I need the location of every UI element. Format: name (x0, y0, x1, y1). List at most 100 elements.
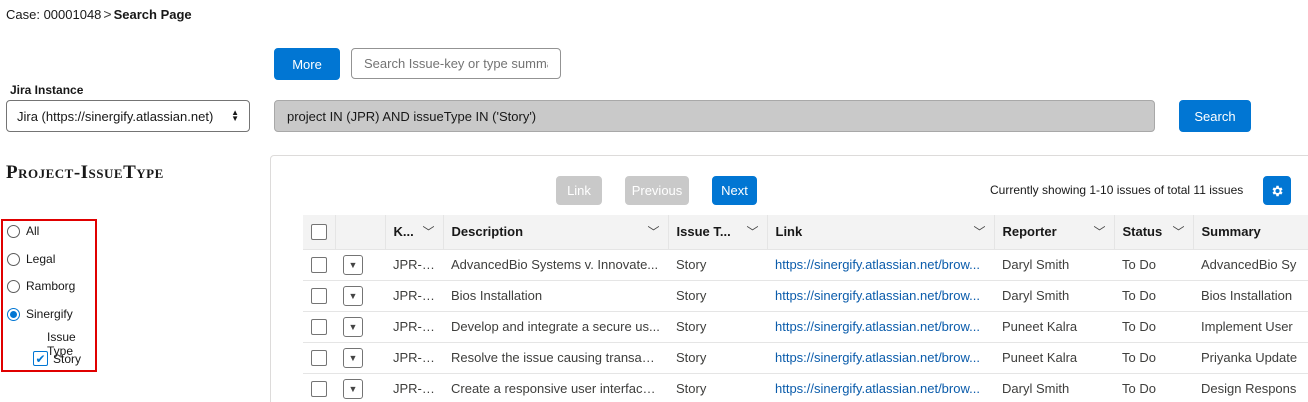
chevron-down-icon[interactable]: ﹀ (973, 223, 985, 240)
column-header-status[interactable]: Status ﹀ (1113, 215, 1193, 250)
row-select-cell (303, 249, 335, 281)
issue-key: JPR-42 (385, 373, 443, 402)
column-header-issue-type[interactable]: Issue T... ﹀ (667, 215, 767, 250)
issue-summary: Design Respons (1193, 373, 1308, 402)
row-action-header (334, 215, 385, 250)
row-action-cell: ▼ (335, 280, 385, 312)
jira-instance-value: Jira (https://sinergify.atlassian.net) (17, 108, 214, 124)
row-checkbox[interactable] (311, 380, 327, 397)
breadcrumb-case[interactable]: Case: 00001048 (6, 7, 101, 22)
chevron-down-icon[interactable]: ﹀ (647, 223, 659, 240)
column-header-description[interactable]: Description ﹀ (442, 215, 668, 250)
column-header-key[interactable]: K... ﹀ (384, 215, 443, 250)
table-row[interactable]: ▼ JPR-42 Create a responsive user interfac… (303, 373, 1308, 402)
radio-icon[interactable] (7, 252, 20, 266)
issue-summary: AdvancedBio Sy (1193, 249, 1308, 281)
row-menu-chevron-icon[interactable]: ▼ (343, 316, 363, 337)
issue-link[interactable]: https://sinergify.atlassian.net/brow... (775, 350, 980, 365)
column-header-label: Summary (1201, 224, 1261, 240)
project-option-label: All (26, 224, 40, 238)
more-button[interactable]: More (274, 48, 340, 80)
chevron-down-icon[interactable]: ﹀ (1172, 223, 1184, 240)
select-all-checkbox[interactable] (311, 224, 327, 241)
issue-link-cell: https://sinergify.atlassian.net/brow... (767, 249, 994, 281)
row-menu-chevron-icon[interactable]: ▼ (343, 347, 363, 368)
project-option-label: Sinergify (26, 307, 73, 321)
issue-reporter: Daryl Smith (994, 249, 1114, 281)
breadcrumb: Case: 00001048 > Search Page (6, 6, 192, 22)
radio-icon[interactable] (7, 224, 20, 238)
row-checkbox[interactable] (311, 256, 327, 273)
issue-type: Story (668, 311, 767, 343)
row-action-cell: ▼ (335, 249, 385, 281)
chevron-down-icon[interactable]: ﹀ (1093, 223, 1105, 240)
select-arrows-icon: ▲ ▼ (231, 108, 239, 123)
issue-description: AdvancedBio Systems v. Innovate... (443, 249, 668, 281)
issue-type: Story (668, 280, 767, 312)
row-checkbox[interactable] (311, 287, 327, 304)
issue-type: Story (668, 249, 767, 281)
row-select-cell (303, 280, 335, 312)
jql-query-field[interactable]: project IN (JPR) AND issueType IN ('Stor… (274, 100, 1155, 132)
row-menu-chevron-icon[interactable]: ▼ (343, 254, 363, 275)
project-option-ramborg[interactable]: Ramborg (7, 279, 75, 293)
next-button[interactable]: Next (712, 176, 757, 205)
jira-instance-label: Jira Instance (10, 83, 84, 97)
issue-type: Story (668, 342, 767, 374)
issue-type-option-story[interactable]: ✔ Story (33, 351, 81, 366)
chevron-down-icon[interactable]: ﹀ (746, 223, 758, 240)
chevron-down-icon[interactable]: ﹀ (422, 223, 434, 240)
project-option-label: Legal (26, 252, 56, 266)
table-row[interactable]: ▼ JPR-61 Bios Installation Story https://sin… (303, 280, 1308, 312)
issues-table: K... ﹀ Description ﹀ Issue T... ﹀ Link ﹀ Rep… (303, 215, 1308, 402)
issue-type-option-label: Story (53, 351, 82, 366)
issue-link[interactable]: https://sinergify.atlassian.net/brow... (775, 288, 980, 303)
issue-description: Resolve the issue causing transacti... (443, 342, 668, 374)
jql-query-text: project IN (JPR) AND issueType IN ('Stor… (287, 108, 537, 124)
jira-instance-select[interactable]: Jira (https://sinergify.atlassian.net) ▲… (6, 100, 250, 132)
search-button[interactable]: Search (1179, 100, 1251, 132)
row-select-cell (303, 342, 335, 374)
project-option-all[interactable]: All (7, 224, 39, 238)
row-action-cell: ▼ (335, 311, 385, 343)
project-filter-group: All Legal Ramborg Sinergify Issue Type ✔… (1, 219, 97, 372)
issue-link-cell: https://sinergify.atlassian.net/brow... (767, 311, 994, 343)
checkbox-checked-icon[interactable]: ✔ (33, 351, 48, 366)
issue-link[interactable]: https://sinergify.atlassian.net/brow... (775, 257, 980, 272)
project-option-legal[interactable]: Legal (7, 252, 55, 266)
column-header-reporter[interactable]: Reporter ﹀ (993, 215, 1114, 250)
column-header-link[interactable]: Link ﹀ (766, 215, 994, 250)
issue-key: JPR-44 (385, 311, 443, 343)
issue-type: Story (668, 373, 767, 402)
row-checkbox[interactable] (311, 318, 327, 335)
issue-link-cell: https://sinergify.atlassian.net/brow... (767, 373, 994, 402)
previous-button[interactable]: Previous (625, 176, 689, 205)
radio-selected-icon[interactable] (7, 307, 20, 321)
issue-key: JPR-43 (385, 342, 443, 374)
radio-icon[interactable] (7, 279, 20, 293)
table-row[interactable]: ▼ JPR-44 Develop and integrate a secure us… (303, 311, 1308, 343)
column-header-summary[interactable]: Summary (1192, 215, 1308, 250)
link-button[interactable]: Link (556, 176, 602, 205)
issue-search-input[interactable] (351, 48, 561, 79)
filter-section-title: Project-IssueType (6, 162, 164, 183)
issue-link[interactable]: https://sinergify.atlassian.net/brow... (775, 319, 980, 334)
issue-reporter: Puneet Kalra (994, 342, 1114, 374)
issue-status: To Do (1114, 342, 1193, 374)
row-checkbox[interactable] (311, 349, 327, 366)
project-option-sinergify[interactable]: Sinergify (7, 307, 73, 321)
issue-reporter: Daryl Smith (994, 280, 1114, 312)
row-menu-chevron-icon[interactable]: ▼ (343, 285, 363, 306)
issue-summary: Bios Installation (1193, 280, 1308, 312)
issue-summary: Priyanka Update (1193, 342, 1308, 374)
issue-status: To Do (1114, 249, 1193, 281)
table-row[interactable]: ▼ JPR-43 Resolve the issue causing transac… (303, 342, 1308, 374)
issue-description: Develop and integrate a secure us... (443, 311, 668, 343)
settings-button[interactable] (1263, 176, 1291, 205)
table-row[interactable]: ▼ JPR-62 AdvancedBio Systems v. Innovate..… (303, 249, 1308, 281)
row-menu-chevron-icon[interactable]: ▼ (343, 378, 363, 399)
issue-link[interactable]: https://sinergify.atlassian.net/brow... (775, 381, 980, 396)
breadcrumb-separator: > (103, 6, 112, 22)
gear-icon (1272, 185, 1283, 196)
issue-status: To Do (1114, 311, 1193, 343)
